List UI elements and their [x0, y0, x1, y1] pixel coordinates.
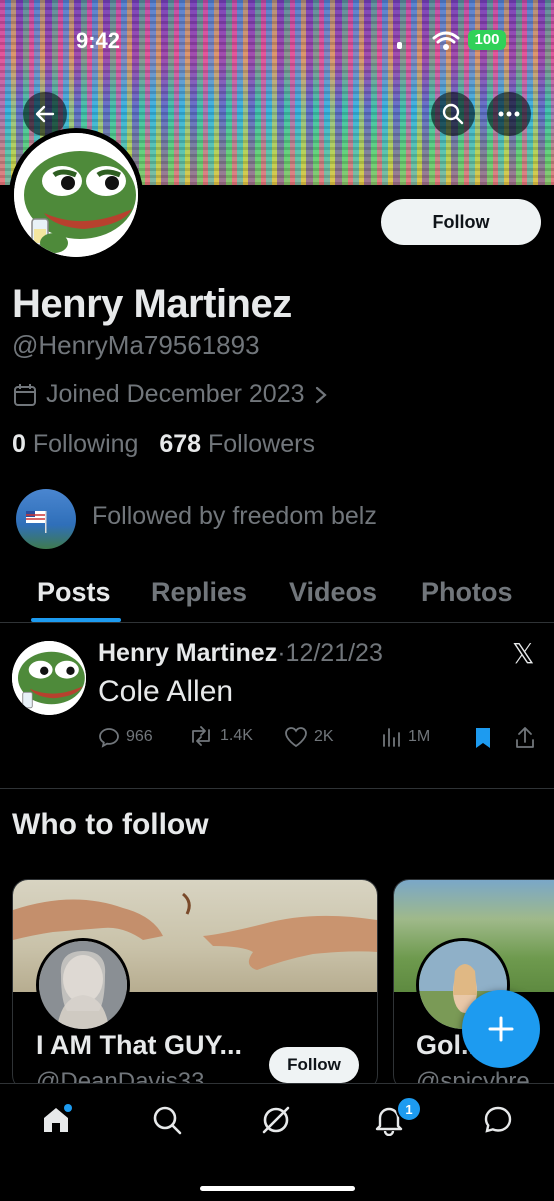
followed-by-avatar[interactable]	[16, 489, 76, 549]
who-to-follow-title: Who to follow	[12, 808, 209, 841]
status-time: 9:42	[76, 28, 121, 53]
user-photo-image	[39, 941, 127, 1029]
search-icon	[442, 103, 464, 125]
status-bar: 9:42 100	[0, 28, 554, 58]
views-action[interactable]: 1M	[380, 726, 430, 748]
views-count: 1M	[408, 728, 431, 745]
pepe-avatar-image	[14, 133, 138, 257]
share-icon	[516, 727, 534, 748]
tab-photos[interactable]: Photos	[421, 577, 513, 608]
tab-posts[interactable]: Posts	[37, 577, 111, 608]
bookmark-icon	[476, 728, 490, 748]
reply-count: 966	[126, 728, 153, 745]
home-indicator	[200, 1186, 355, 1191]
profile-name: Henry Martinez	[12, 282, 292, 326]
calendar-icon	[14, 383, 36, 406]
active-tab-indicator	[31, 618, 121, 622]
suggestion-card[interactable]: I AM That GUY... @DeanDavis33 Follow	[12, 879, 378, 1091]
profile-handle: @HenryMa79561893	[12, 330, 260, 360]
following-label: Following	[32, 430, 139, 458]
post-text: Cole Allen	[98, 675, 234, 708]
chevron-right-icon	[315, 386, 327, 403]
search-button[interactable]	[431, 92, 475, 136]
reply-action[interactable]: 966	[98, 726, 153, 748]
followers-label: Followers	[207, 430, 315, 458]
nav-home[interactable]	[38, 1102, 74, 1138]
card-follow-button[interactable]: Follow	[269, 1047, 359, 1083]
reply-icon	[99, 728, 119, 748]
followers-link[interactable]: 678 Followers	[159, 430, 315, 458]
messages-icon	[484, 1106, 512, 1133]
bookmark-button[interactable]	[473, 726, 493, 750]
joined-text: Joined December 2023	[46, 380, 305, 408]
joined-date[interactable]: Joined December 2023	[12, 380, 329, 409]
follow-stats: 0 Following 678 Followers	[12, 430, 315, 459]
post-separator: ·	[277, 639, 286, 667]
like-action[interactable]: 2K	[284, 726, 334, 748]
compose-button[interactable]	[462, 990, 540, 1068]
share-button[interactable]	[514, 726, 536, 750]
followers-count: 678	[159, 430, 202, 458]
follow-button[interactable]: Follow	[381, 199, 541, 245]
suggestion-card[interactable]: Gol... @spicybre...	[393, 879, 554, 1091]
followed-by-text[interactable]: Followed by freedom belz	[92, 502, 377, 531]
grok-icon	[262, 1106, 290, 1134]
wifi-icon	[432, 31, 460, 50]
post-header: Henry Martinez·12/21/23	[98, 639, 383, 668]
more-icon	[498, 111, 520, 117]
tab-replies[interactable]: Replies	[151, 577, 247, 608]
card-avatar[interactable]	[36, 938, 130, 1032]
like-icon	[285, 727, 307, 748]
nav-grok[interactable]	[258, 1102, 294, 1138]
post-date[interactable]: 12/21/23	[286, 639, 383, 667]
tab-videos[interactable]: Videos	[289, 577, 377, 608]
repost-count: 1.4K	[220, 727, 253, 744]
repost-icon	[192, 726, 210, 746]
x-logo-icon: 𝕏	[512, 638, 535, 669]
bottom-nav: 1	[0, 1083, 554, 1201]
post-author[interactable]: Henry Martinez	[98, 639, 277, 667]
battery-indicator: 100	[468, 30, 506, 50]
more-button[interactable]	[487, 92, 531, 136]
views-icon	[383, 728, 400, 747]
repost-action[interactable]: 1.4K	[188, 726, 253, 746]
card-name: I AM That GUY...	[36, 1030, 243, 1060]
post-item[interactable]: Henry Martinez·12/21/23 𝕏 Cole Allen 966…	[0, 623, 554, 789]
home-icon	[44, 1104, 72, 1132]
notifications-badge: 1	[396, 1096, 422, 1122]
like-count: 2K	[314, 728, 334, 745]
following-count: 0	[12, 430, 26, 458]
pepe-avatar-image	[12, 641, 86, 715]
status-dot	[397, 42, 402, 49]
following-link[interactable]: 0 Following	[12, 430, 138, 458]
back-arrow-icon	[35, 105, 55, 123]
plus-icon	[488, 1016, 514, 1042]
profile-tabs: Posts Replies Videos Photos	[0, 570, 554, 623]
profile-avatar[interactable]	[9, 128, 143, 262]
explore-icon	[153, 1106, 182, 1135]
nav-messages[interactable]	[480, 1102, 516, 1138]
nav-explore[interactable]	[149, 1102, 185, 1138]
flag-image	[26, 511, 47, 533]
post-avatar[interactable]	[12, 641, 86, 715]
